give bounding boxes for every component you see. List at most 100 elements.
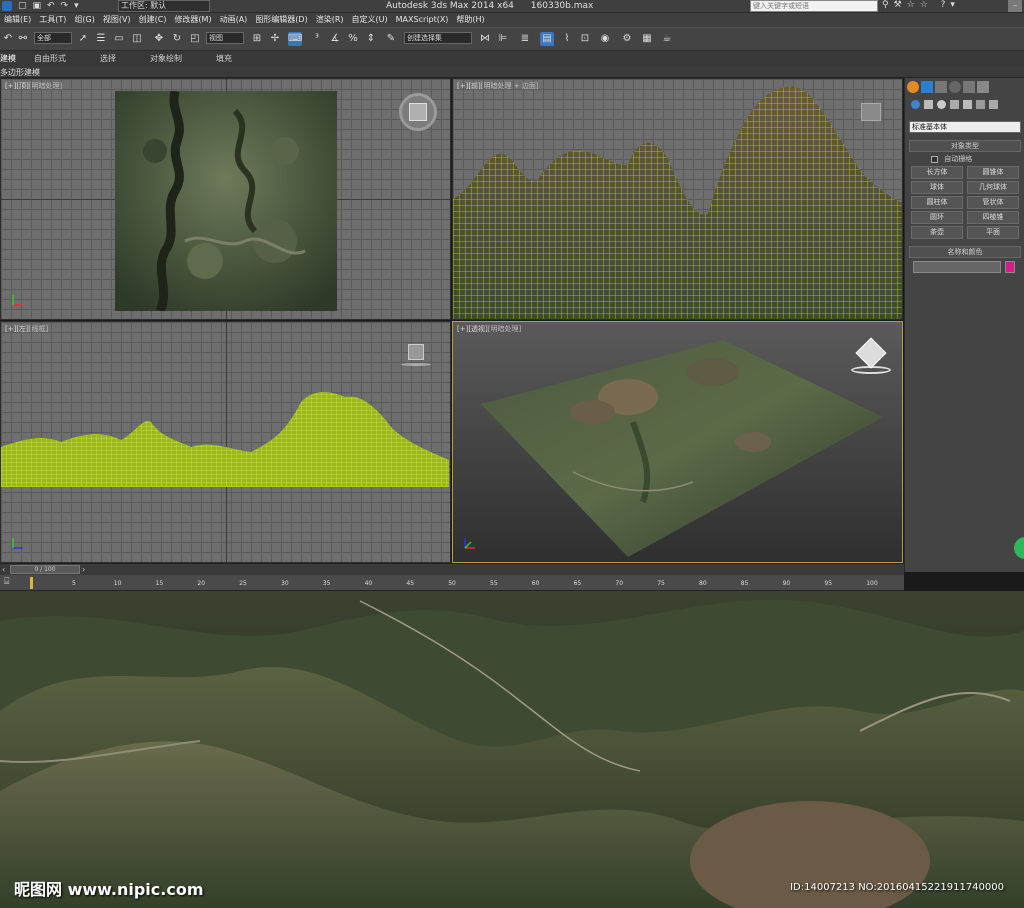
menu-item[interactable]: 视图(V) (99, 13, 135, 27)
object-type-button[interactable]: 圆环 (911, 211, 963, 224)
ribbon-tab[interactable]: 填充 (216, 53, 232, 64)
menu-item[interactable]: 图形编辑器(D) (251, 13, 311, 27)
motion-tab-icon[interactable] (949, 81, 961, 93)
info-center-icons[interactable]: ⚲⚒☆☆ ?▾ (882, 0, 960, 10)
utilities-tab-icon[interactable] (977, 81, 989, 93)
autogrid-checkbox[interactable]: 自动栅格 (931, 154, 972, 164)
viewport-left[interactable]: [+][左][线框] (0, 321, 451, 563)
render-teapot-icon[interactable]: ☕ (660, 32, 674, 46)
rect-selection-icon[interactable]: ▭ (112, 32, 126, 46)
curve-editor-icon[interactable]: ⌇ (560, 32, 574, 46)
layer-manager-icon[interactable]: ≣ (518, 32, 532, 46)
menu-item[interactable]: 自定义(U) (348, 13, 392, 27)
select-by-name-icon[interactable]: ☰ (94, 32, 108, 46)
ribbon-tab[interactable]: 对象绘制 (150, 53, 182, 64)
menu-item[interactable]: 编辑(E) (0, 13, 35, 27)
object-name-field[interactable] (913, 261, 1001, 273)
viewport-label[interactable]: [+][左][线框] (5, 324, 48, 334)
keyboard-shortcut-icon[interactable]: ⌨ (288, 32, 302, 46)
app-menu-icon[interactable] (2, 1, 12, 11)
align-icon[interactable]: ⊫ (496, 32, 510, 46)
object-type-button[interactable]: 圆柱体 (911, 196, 963, 209)
mini-curve-editor-icon[interactable]: ⌸ (4, 577, 9, 587)
menu-item[interactable]: 渲染(R) (312, 13, 348, 27)
render-setup-icon[interactable]: ⚙ (620, 32, 634, 46)
cameras-icon[interactable] (950, 100, 959, 109)
workspace-dropdown[interactable]: 工作区: 默认 (118, 0, 210, 12)
viewport-perspective[interactable]: [+][透视][明暗处理] (452, 321, 903, 563)
viewport-label[interactable]: [+][前][明暗处理 + 边面] (457, 81, 539, 91)
display-tab-icon[interactable] (963, 81, 975, 93)
primitive-type-dropdown[interactable]: 标准基本体 (909, 121, 1021, 133)
search-box[interactable] (750, 0, 878, 12)
object-type-button[interactable]: 球体 (911, 181, 963, 194)
ribbon-tab[interactable]: 自由形式 (34, 53, 66, 64)
object-color-swatch[interactable] (1005, 261, 1015, 273)
angle-snap-icon[interactable]: ∡ (328, 32, 342, 46)
ribbon-tab[interactable]: 选择 (100, 53, 116, 64)
pivot-icon[interactable]: ⊞ (250, 32, 264, 46)
move-icon[interactable]: ✥ (152, 32, 166, 46)
viewport-top[interactable]: [+][顶][明暗处理] (0, 78, 451, 320)
select-object-icon[interactable]: ➚ (76, 32, 90, 46)
viewcube-icon[interactable] (399, 93, 437, 131)
ribbon-tab[interactable]: 建模 (0, 53, 16, 64)
next-frame-icon[interactable]: › (82, 565, 85, 574)
named-selection-dropdown[interactable]: 创建选择集 (404, 32, 472, 44)
object-type-button[interactable]: 茶壶 (911, 226, 963, 239)
ref-coord-dropdown[interactable]: 视图 (206, 32, 244, 44)
helpers-icon[interactable] (963, 100, 972, 109)
undo-icon[interactable]: ↶ (1, 32, 15, 46)
scale-icon[interactable]: ◰ (188, 32, 202, 46)
material-editor-icon[interactable]: ◉ (598, 32, 612, 46)
percent-snap-icon[interactable]: % (346, 32, 360, 46)
geometry-icon[interactable] (911, 100, 920, 109)
viewport-front[interactable]: [+][前][明暗处理 + 边面] (452, 78, 903, 320)
time-slider[interactable]: ‹ 0 / 100 › (0, 563, 904, 575)
track-bar[interactable]: ⌸ 5 10 15 20 25 30 35 40 45 50 55 60 65 70 75 80 85 90 95 1… (0, 575, 904, 591)
rendered-frame-icon[interactable]: ▦ (640, 32, 654, 46)
search-input[interactable] (751, 1, 877, 11)
edit-named-sel-icon[interactable]: ✎ (384, 32, 398, 46)
systems-icon[interactable] (989, 100, 998, 109)
object-type-button[interactable]: 平面 (967, 226, 1019, 239)
link-icon[interactable]: ⚯ (16, 32, 30, 46)
graphite-toggle-icon[interactable]: ▤ (540, 32, 554, 46)
create-tab-icon[interactable] (907, 81, 919, 93)
menu-item[interactable]: 帮助(H) (452, 13, 488, 27)
viewport-label[interactable]: [+][透视][明暗处理] (457, 324, 521, 334)
object-type-button[interactable]: 圆锥体 (967, 166, 1019, 179)
snaps-toggle-icon[interactable]: ³ (310, 32, 324, 46)
object-type-button[interactable]: 几何球体 (967, 181, 1019, 194)
menu-item[interactable]: 工具(T) (35, 13, 70, 27)
minimize-icon[interactable]: – (1008, 0, 1022, 12)
hierarchy-tab-icon[interactable] (935, 81, 947, 93)
object-type-button[interactable]: 长方体 (911, 166, 963, 179)
object-type-button[interactable]: 管状体 (967, 196, 1019, 209)
name-color-rollout[interactable]: 名称和颜色 (909, 246, 1021, 258)
object-type-button[interactable]: 四棱锥 (967, 211, 1019, 224)
lights-icon[interactable] (937, 100, 946, 109)
rotate-icon[interactable]: ↻ (170, 32, 184, 46)
quick-access-icons[interactable]: ▢▣↶↷▾ (18, 1, 85, 11)
menu-item[interactable]: 组(G) (70, 13, 98, 27)
menu-item[interactable]: 修改器(M) (170, 13, 215, 27)
select-manipulate-icon[interactable]: ✢ (268, 32, 282, 46)
selection-filter-dropdown[interactable]: 全部 (34, 32, 72, 44)
modify-tab-icon[interactable] (921, 81, 933, 93)
viewcube-icon[interactable] (401, 344, 431, 368)
window-crossing-icon[interactable]: ◫ (130, 32, 144, 46)
spacewarps-icon[interactable] (976, 100, 985, 109)
menu-item[interactable]: 创建(C) (135, 13, 171, 27)
schematic-view-icon[interactable]: ⊡ (578, 32, 592, 46)
checkbox-icon[interactable] (931, 155, 938, 163)
menu-item[interactable]: MAXScript(X) (392, 13, 453, 27)
viewcube-icon[interactable] (851, 337, 891, 380)
time-marker[interactable] (30, 577, 33, 589)
object-type-rollout[interactable]: 对象类型 (909, 140, 1021, 152)
mirror-icon[interactable]: ⋈ (478, 32, 492, 46)
prev-frame-icon[interactable]: ‹ (2, 565, 5, 574)
spinner-snap-icon[interactable]: ⇕ (364, 32, 378, 46)
menu-item[interactable]: 动画(A) (216, 13, 252, 27)
shapes-icon[interactable] (924, 100, 933, 109)
